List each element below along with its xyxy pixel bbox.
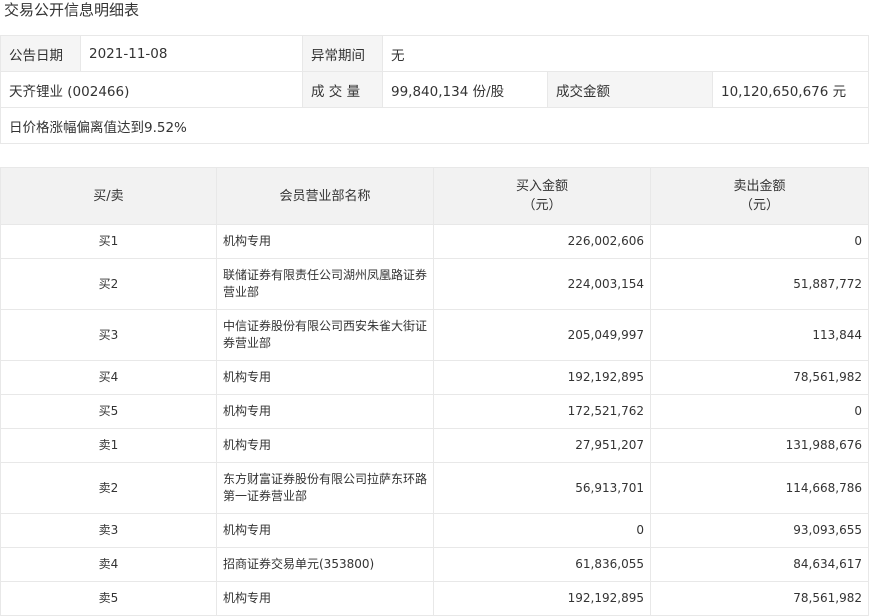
- table-row: 买3 中信证券股份有限公司西安朱雀大街证券营业部 205,049,997 113…: [0, 309, 869, 361]
- volume-label: 成 交 量: [302, 71, 383, 108]
- amount-value: 10,120,650,676 元: [712, 71, 869, 108]
- table-row: 卖2 东方财富证券股份有限公司拉萨东环路第一证券营业部 56,913,701 1…: [0, 462, 869, 514]
- row-buy-amount: 224,003,154: [433, 258, 651, 310]
- column-header-buy: 买入金额 （元）: [433, 167, 651, 225]
- trading-detail-table: 买/卖 会员营业部名称 买入金额 （元） 卖出金额 （元） 买1 机构专用 226,…: [0, 167, 869, 616]
- row-buy-amount: 56,913,701: [433, 462, 651, 514]
- column-header-buy-label: 买入金额: [515, 179, 568, 194]
- row-buy-amount: 172,521,762: [433, 394, 651, 429]
- column-header-sell-unit: （元）: [739, 198, 779, 213]
- column-header-branch: 会员营业部名称: [216, 167, 434, 225]
- row-side: 卖5: [0, 581, 217, 616]
- row-side: 买3: [0, 309, 217, 361]
- row-branch: 机构专用: [216, 428, 434, 463]
- row-branch: 联储证券有限责任公司湖州凤凰路证券营业部: [216, 258, 434, 310]
- row-side: 买5: [0, 394, 217, 429]
- row-sell-amount: 93,093,655: [650, 513, 869, 548]
- abnormal-period-value: 无: [382, 35, 869, 72]
- table-row: 买5 机构专用 172,521,762 0: [0, 394, 869, 429]
- column-header-side: 买/卖: [0, 167, 217, 225]
- summary-info-table: 公告日期 2021-11-08 异常期间 无 天齐锂业 (002466) 成 交…: [0, 35, 869, 144]
- table-row: 买2 联储证券有限责任公司湖州凤凰路证券营业部 224,003,154 51,8…: [0, 258, 869, 310]
- row-buy-amount: 61,836,055: [433, 547, 651, 582]
- row-sell-amount: 84,634,617: [650, 547, 869, 582]
- summary-row-date: 公告日期 2021-11-08 异常期间 无: [0, 35, 869, 72]
- table-row: 卖1 机构专用 27,951,207 131,988,676: [0, 428, 869, 463]
- amount-label: 成交金额: [547, 71, 713, 108]
- row-side: 买4: [0, 360, 217, 395]
- row-sell-amount: 51,887,772: [650, 258, 869, 310]
- column-header-buy-unit: （元）: [522, 198, 562, 213]
- row-buy-amount: 0: [433, 513, 651, 548]
- row-sell-amount: 114,668,786: [650, 462, 869, 514]
- row-side: 卖3: [0, 513, 217, 548]
- row-sell-amount: 78,561,982: [650, 581, 869, 616]
- row-side: 卖2: [0, 462, 217, 514]
- row-buy-amount: 226,002,606: [433, 224, 651, 259]
- column-header-sell: 卖出金额 （元）: [650, 167, 869, 225]
- table-row: 卖3 机构专用 0 93,093,655: [0, 513, 869, 548]
- row-branch: 机构专用: [216, 581, 434, 616]
- row-side: 买1: [0, 224, 217, 259]
- row-branch: 机构专用: [216, 360, 434, 395]
- abnormal-period-label: 异常期间: [302, 35, 383, 72]
- row-buy-amount: 192,192,895: [433, 360, 651, 395]
- summary-row-stock: 天齐锂业 (002466) 成 交 量 99,840,134 份/股 成交金额 …: [0, 71, 869, 108]
- row-side: 卖4: [0, 547, 217, 582]
- table-row: 买4 机构专用 192,192,895 78,561,982: [0, 360, 869, 395]
- table-row: 卖5 机构专用 192,192,895 78,561,982: [0, 581, 869, 616]
- stock-name: 天齐锂业 (002466): [0, 71, 303, 108]
- row-branch: 机构专用: [216, 513, 434, 548]
- row-sell-amount: 0: [650, 394, 869, 429]
- reason-text: 日价格涨幅偏离值达到9.52%: [0, 107, 869, 144]
- announce-date-value: 2021-11-08: [80, 35, 303, 72]
- volume-value: 99,840,134 份/股: [382, 71, 548, 108]
- row-sell-amount: 113,844: [650, 309, 869, 361]
- row-sell-amount: 78,561,982: [650, 360, 869, 395]
- table-row: 买1 机构专用 226,002,606 0: [0, 224, 869, 259]
- row-branch: 中信证券股份有限公司西安朱雀大街证券营业部: [216, 309, 434, 361]
- row-branch: 招商证券交易单元(353800): [216, 547, 434, 582]
- announce-date-label: 公告日期: [0, 35, 81, 72]
- table-header-row: 买/卖 会员营业部名称 买入金额 （元） 卖出金额 （元）: [0, 167, 869, 225]
- row-buy-amount: 192,192,895: [433, 581, 651, 616]
- row-buy-amount: 205,049,997: [433, 309, 651, 361]
- summary-row-reason: 日价格涨幅偏离值达到9.52%: [0, 107, 869, 144]
- row-branch: 机构专用: [216, 394, 434, 429]
- row-sell-amount: 131,988,676: [650, 428, 869, 463]
- page-title: 交易公开信息明细表: [4, 1, 140, 19]
- row-branch: 东方财富证券股份有限公司拉萨东环路第一证券营业部: [216, 462, 434, 514]
- row-side: 卖1: [0, 428, 217, 463]
- row-branch: 机构专用: [216, 224, 434, 259]
- column-header-sell-label: 卖出金额: [733, 179, 786, 194]
- table-row: 卖4 招商证券交易单元(353800) 61,836,055 84,634,61…: [0, 547, 869, 582]
- row-side: 买2: [0, 258, 217, 310]
- row-sell-amount: 0: [650, 224, 869, 259]
- row-buy-amount: 27,951,207: [433, 428, 651, 463]
